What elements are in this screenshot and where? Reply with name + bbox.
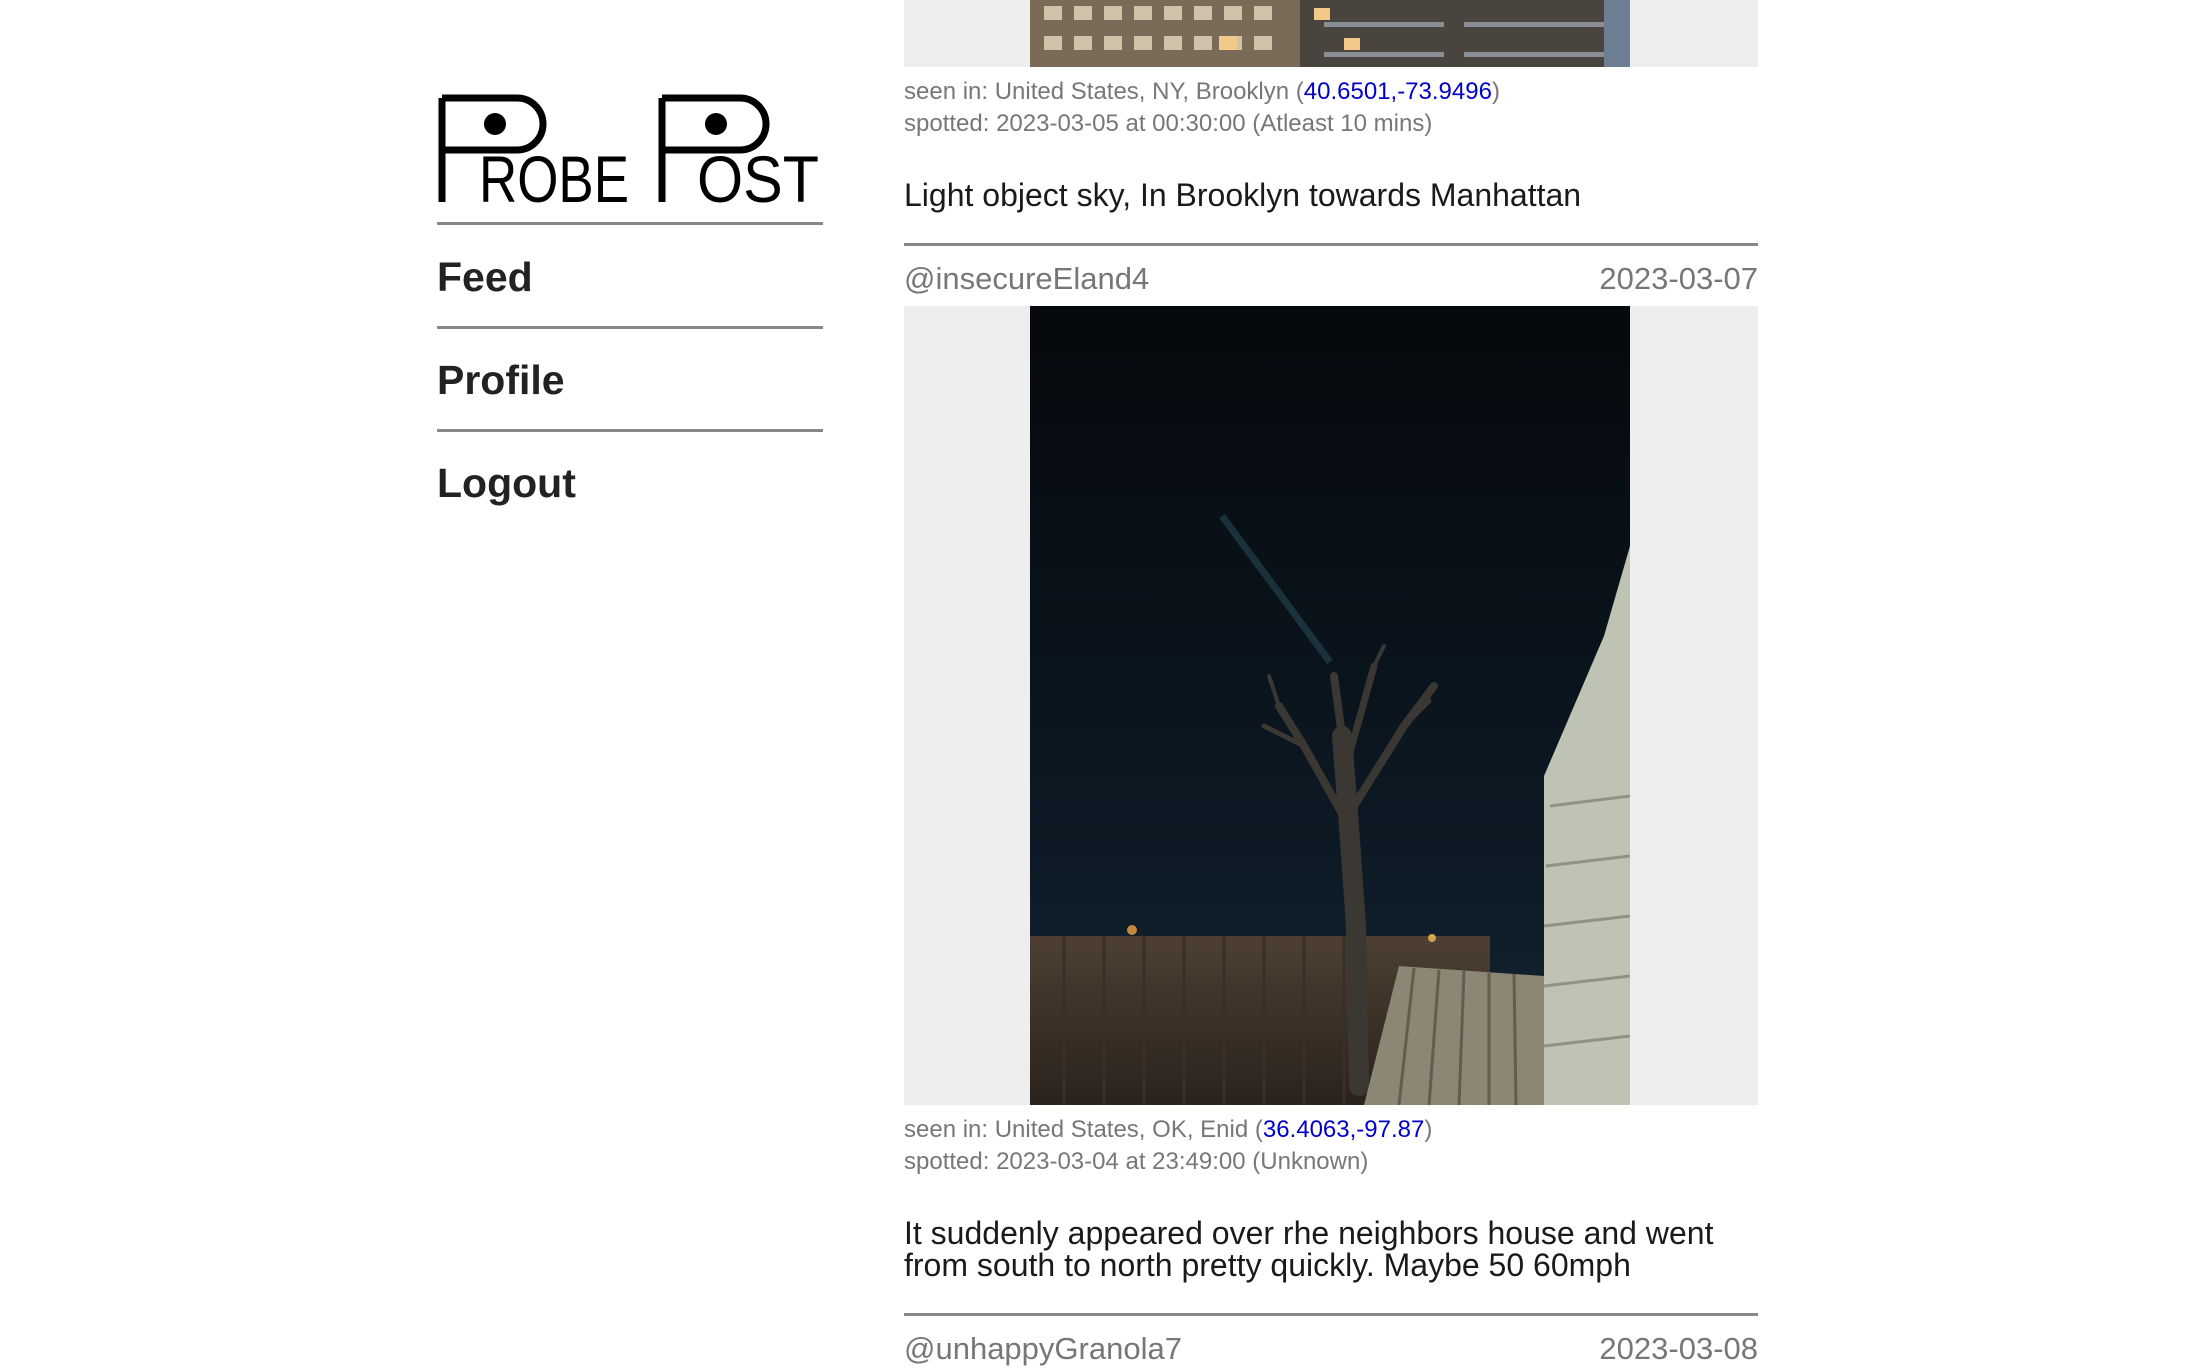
nav-profile[interactable]: Profile [437, 357, 823, 432]
nav-logout[interactable]: Logout [437, 460, 823, 507]
post-divider [904, 243, 1758, 246]
nav-feed-label[interactable]: Feed [437, 254, 533, 300]
post-description: It suddenly appeared over rhe neighbors … [904, 1215, 1714, 1283]
coords-link[interactable]: 40.6501,-73.9496 [1304, 78, 1492, 105]
post-image-frame [904, 0, 1758, 67]
svg-text:OST: OST [697, 142, 819, 210]
location-suffix: ) [1424, 1116, 1433, 1143]
post-description: Light object sky, In Brooklyn towards Ma… [904, 177, 1582, 213]
post-username[interactable]: @unhappyGranola7 [904, 1329, 1182, 1369]
post-divider [904, 1313, 1758, 1316]
post-date: 2023-03-08 [1599, 1331, 1758, 1366]
post-header: @insecureEland4 2023-03-07 [904, 259, 1758, 299]
nav-feed[interactable]: Feed [437, 254, 823, 329]
post-spotted: spotted: 2023-03-05 at 00:30:00 (Atleast… [904, 110, 1433, 137]
location-text: seen in: United States, OK, Enid ( [904, 1116, 1263, 1143]
probepost-logo[interactable]: ROBE OST [437, 90, 823, 225]
location-text: seen in: United States, NY, Brooklyn ( [904, 78, 1304, 105]
post-header: @unhappyGranola7 2023-03-08 [904, 1329, 1758, 1369]
location-suffix: ) [1491, 78, 1500, 105]
post-username[interactable]: @insecureEland4 [904, 259, 1149, 299]
nav-profile-label[interactable]: Profile [437, 357, 565, 403]
post-location: seen in: United States, NY, Brooklyn (40… [904, 76, 1500, 108]
coords-link[interactable]: 36.4063,-97.87 [1263, 1116, 1424, 1143]
svg-text:ROBE: ROBE [479, 142, 629, 210]
post-spotted: spotted: 2023-03-04 at 23:49:00 (Unknown… [904, 1148, 1369, 1175]
post-date: 2023-03-07 [1599, 261, 1758, 296]
post-location: seen in: United States, OK, Enid (36.406… [904, 1114, 1432, 1146]
logo-icon: ROBE OST [438, 94, 819, 210]
post-image-frame [904, 306, 1758, 1105]
post-image-building[interactable] [904, 0, 1758, 67]
nav-logout-label[interactable]: Logout [437, 460, 576, 506]
post-image-night-sky[interactable] [904, 306, 1758, 1105]
